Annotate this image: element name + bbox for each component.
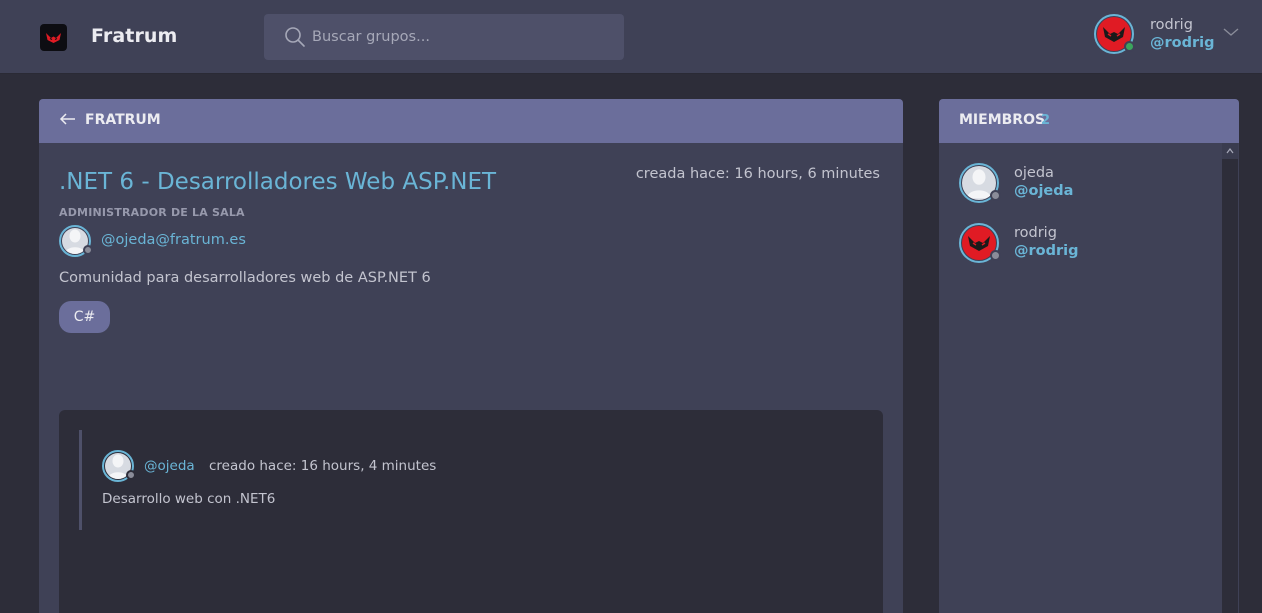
tag-badge[interactable]: C# [59, 301, 110, 333]
chevron-down-icon[interactable] [1222, 26, 1240, 38]
message-item: @ojeda creado hace: 16 hours, 4 minutes … [79, 430, 859, 530]
offline-status-dot [990, 190, 1001, 201]
room-panel: FRATRUM .NET 6 - Desarrolladores Web ASP… [39, 99, 903, 613]
red-mask-icon [968, 236, 990, 251]
message-time: creado hace: 16 hours, 4 minutes [209, 458, 437, 474]
message-author-avatar[interactable] [102, 450, 136, 482]
offline-status-dot [83, 245, 93, 255]
online-status-dot [1124, 41, 1135, 52]
search-input[interactable] [312, 14, 612, 60]
scroll-up-icon[interactable] [1222, 143, 1238, 159]
room-created-time: creada hace: 16 hours, 6 minutes [635, 166, 880, 182]
admin-avatar[interactable] [59, 225, 93, 257]
members-scrollbar[interactable] [1222, 143, 1238, 613]
member-item[interactable]: rodrig @rodrig [959, 223, 1199, 267]
members-count: 2 [1041, 113, 1051, 128]
member-name: ojeda [1014, 165, 1054, 181]
member-name: rodrig [1014, 225, 1057, 241]
room-description: Comunidad para desarrolladores web de AS… [59, 270, 431, 286]
user-handle: @rodrig [1150, 35, 1215, 51]
admin-email[interactable]: @ojeda@fratrum.es [101, 232, 246, 248]
messages-area: @ojeda creado hace: 16 hours, 4 minutes … [59, 410, 883, 613]
top-bar: Fratrum rodrig @rodrig [0, 0, 1262, 74]
room-panel-header: FRATRUM [39, 99, 903, 143]
red-mask-icon [1103, 27, 1125, 42]
offline-status-dot [126, 470, 136, 480]
message-author-handle[interactable]: @ojeda [144, 458, 195, 474]
message-text: Desarrollo web con .NET6 [102, 491, 276, 507]
user-name: rodrig [1150, 17, 1193, 33]
room-title: .NET 6 - Desarrolladores Web ASP.NET [59, 169, 497, 195]
user-avatar[interactable] [1094, 14, 1135, 54]
user-silhouette-icon [967, 169, 991, 199]
member-handle[interactable]: @rodrig [1014, 243, 1079, 259]
members-panel-header: MIEMBROS 2 [939, 99, 1239, 143]
back-arrow-icon[interactable] [59, 111, 77, 127]
offline-status-dot [990, 250, 1001, 261]
member-avatar[interactable] [959, 163, 1001, 203]
member-handle[interactable]: @ojeda [1014, 183, 1073, 199]
members-panel: MIEMBROS 2 ojeda @ojeda rodrig @rodrig [939, 99, 1239, 613]
room-panel-title[interactable]: FRATRUM [85, 112, 161, 128]
search-icon [285, 27, 305, 47]
app-name[interactable]: Fratrum [91, 25, 177, 47]
member-avatar[interactable] [959, 223, 1001, 263]
admin-label: ADMINISTRADOR DE LA SALA [59, 206, 245, 219]
member-item[interactable]: ojeda @ojeda [959, 163, 1199, 207]
search-box[interactable] [264, 14, 624, 60]
members-title: MIEMBROS [959, 112, 1046, 128]
fratrum-logo-icon[interactable] [40, 24, 67, 51]
